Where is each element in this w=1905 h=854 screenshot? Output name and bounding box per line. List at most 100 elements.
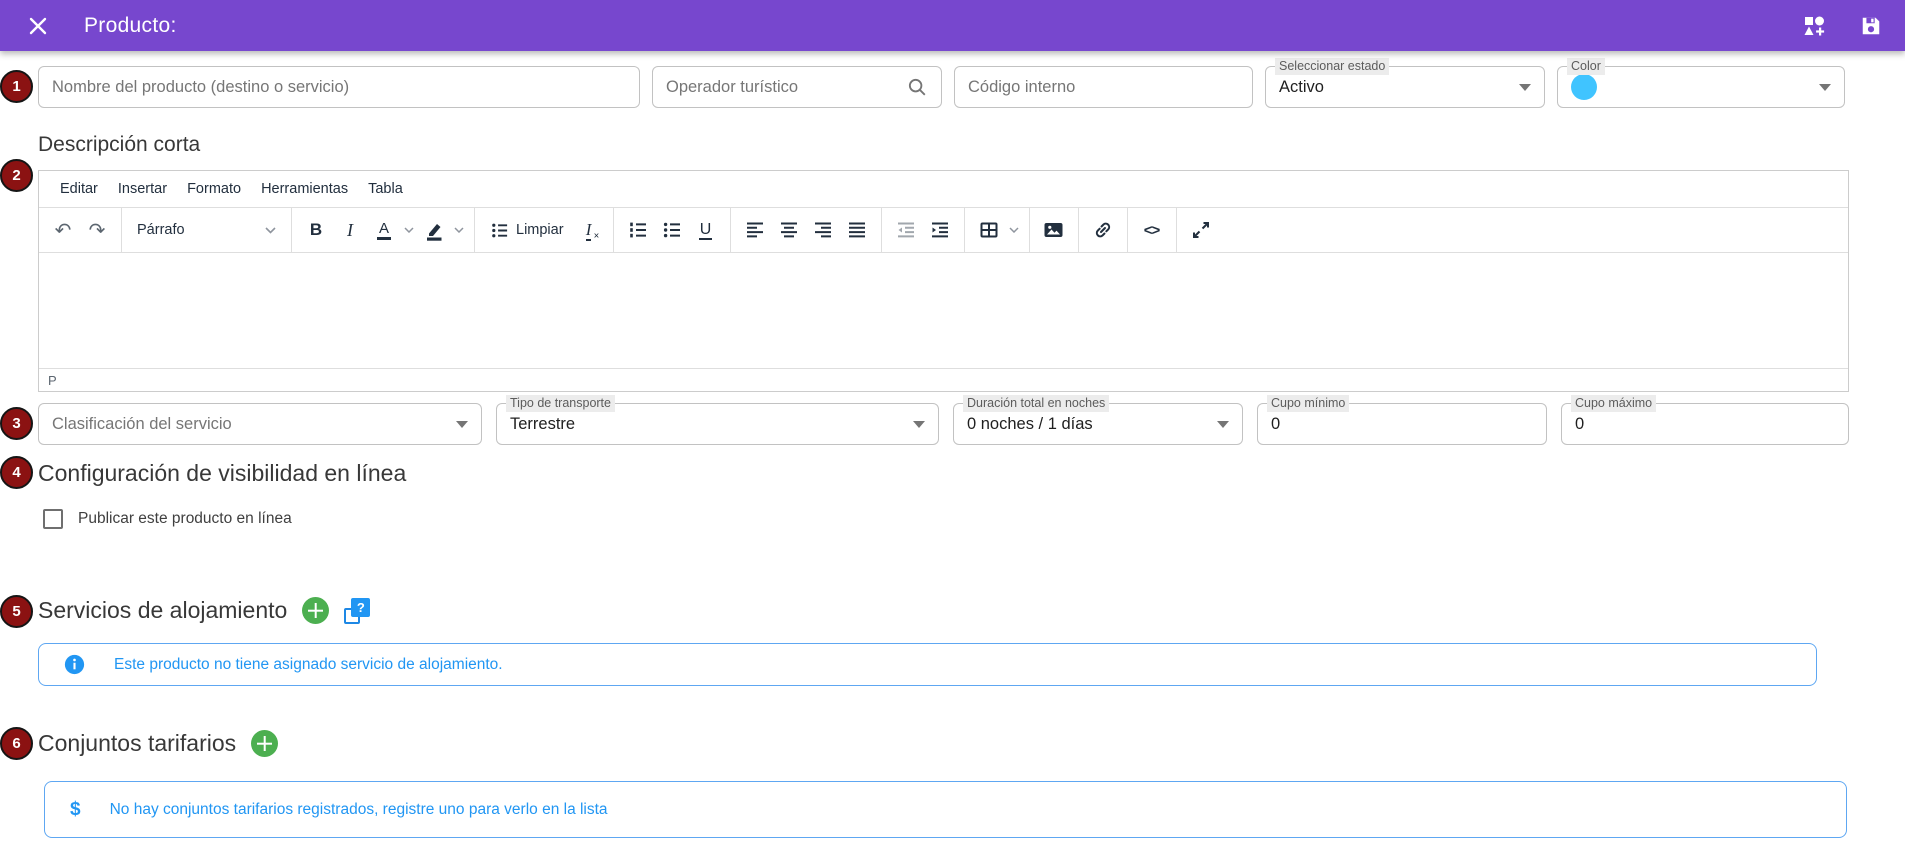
lodging-section-header: Servicios de alojamiento ?: [38, 595, 1849, 626]
service-classification-select[interactable]: Clasificación del servicio: [38, 403, 482, 445]
lodging-heading: Servicios de alojamiento: [38, 595, 287, 626]
outdent-icon: [889, 213, 923, 247]
rate-sets-heading: Conjuntos tarifarios: [38, 728, 236, 759]
add-category-icon[interactable]: [1801, 13, 1827, 39]
page-title: Producto:: [84, 14, 177, 38]
transport-type-label: Tipo de transporte: [506, 395, 615, 412]
chevron-down-icon: [1819, 84, 1831, 91]
element-path: P: [48, 373, 57, 388]
undo-icon[interactable]: ↶: [46, 213, 80, 247]
help-icon[interactable]: ?: [344, 598, 370, 624]
color-select[interactable]: Color: [1557, 66, 1845, 108]
internal-code-input[interactable]: [968, 78, 1239, 97]
link-icon[interactable]: [1086, 213, 1120, 247]
italic-icon[interactable]: I: [333, 213, 367, 247]
redo-icon[interactable]: ↷: [80, 213, 114, 247]
tour-operator-field[interactable]: [652, 66, 942, 108]
align-right-icon[interactable]: [806, 213, 840, 247]
online-visibility-heading: Configuración de visibilidad en línea: [38, 458, 1849, 489]
text-color-icon[interactable]: A: [367, 213, 401, 247]
chevron-down-icon: [265, 227, 276, 234]
bullet-list-icon[interactable]: [655, 213, 689, 247]
appbar-actions: [1801, 13, 1884, 39]
chevron-down-icon: [913, 421, 925, 428]
fullscreen-icon[interactable]: [1184, 213, 1218, 247]
list-icon: [490, 221, 509, 240]
duration-select[interactable]: Duración total en noches 0 noches / 1 dí…: [953, 403, 1243, 445]
max-quota-value: 0: [1575, 415, 1584, 434]
row-basic-info: Seleccionar estado Activo Color: [38, 66, 1849, 108]
editor-statusbar: P: [39, 368, 1848, 391]
max-quota-field[interactable]: Cupo máximo 0: [1561, 403, 1849, 445]
form-content: Seleccionar estado Activo Color Descripc…: [0, 51, 1905, 838]
ordered-list-icon[interactable]: [621, 213, 655, 247]
save-icon[interactable]: [1858, 13, 1884, 39]
editor-content-area[interactable]: [39, 253, 1848, 368]
clean-button[interactable]: Limpiar: [482, 213, 572, 247]
editor-toolbar: ↶ ↷ Párrafo B I A: [39, 208, 1848, 253]
max-quota-label: Cupo máximo: [1571, 395, 1656, 412]
lodging-empty-alert: Este producto no tiene asignado servicio…: [38, 643, 1817, 686]
product-name-input[interactable]: [52, 78, 626, 97]
publish-online-checkbox[interactable]: [43, 509, 63, 529]
min-quota-label: Cupo mínimo: [1267, 395, 1349, 412]
status-select-value: Activo: [1279, 78, 1324, 97]
color-select-label: Color: [1567, 58, 1605, 75]
row-service-config: Clasificación del servicio Tipo de trans…: [38, 403, 1849, 445]
lodging-empty-message: Este producto no tiene asignado servicio…: [114, 656, 503, 674]
highlight-color-menu-chevron-icon[interactable]: [451, 213, 467, 247]
image-icon[interactable]: [1037, 213, 1071, 247]
text-color-menu-chevron-icon[interactable]: [401, 213, 417, 247]
duration-label: Duración total en noches: [963, 395, 1109, 412]
chevron-down-icon: [1519, 84, 1531, 91]
indent-icon[interactable]: [923, 213, 957, 247]
menu-tools[interactable]: Herramientas: [251, 171, 358, 207]
bold-icon[interactable]: B: [299, 213, 333, 247]
clean-button-label: Limpiar: [516, 222, 564, 238]
status-select[interactable]: Seleccionar estado Activo: [1265, 66, 1545, 108]
rate-sets-empty-alert: $ No hay conjuntos tarifarios registrado…: [44, 781, 1847, 838]
chevron-down-icon: [1217, 421, 1229, 428]
duration-value: 0 noches / 1 días: [967, 415, 1093, 434]
format-select[interactable]: Párrafo: [129, 213, 284, 247]
menu-format[interactable]: Formato: [177, 171, 251, 207]
money-icon: $: [70, 799, 81, 821]
tour-operator-input[interactable]: [666, 78, 906, 97]
product-name-field[interactable]: [38, 66, 640, 108]
annotation-marker-6: 6: [0, 727, 33, 760]
publish-online-row: Publicar este producto en línea: [43, 509, 1849, 529]
short-description-heading: Descripción corta: [38, 132, 1849, 158]
table-menu-chevron-icon[interactable]: [1006, 213, 1022, 247]
transport-type-select[interactable]: Tipo de transporte Terrestre: [496, 403, 939, 445]
align-center-icon[interactable]: [772, 213, 806, 247]
appbar: Producto:: [0, 0, 1905, 51]
close-icon[interactable]: [24, 12, 52, 40]
search-icon: [906, 76, 928, 98]
align-left-icon[interactable]: [738, 213, 772, 247]
internal-code-field[interactable]: [954, 66, 1253, 108]
min-quota-field[interactable]: Cupo mínimo 0: [1257, 403, 1547, 445]
menu-insert[interactable]: Insertar: [108, 171, 177, 207]
chevron-down-icon: [456, 421, 468, 428]
menu-table[interactable]: Tabla: [358, 171, 413, 207]
clear-formatting-icon[interactable]: I×: [572, 213, 606, 247]
annotation-marker-1: 1: [0, 70, 33, 103]
source-code-icon[interactable]: <>: [1135, 213, 1169, 247]
rich-text-editor: Editar Insertar Formato Herramientas Tab…: [38, 170, 1849, 392]
info-icon: [64, 654, 85, 675]
table-icon[interactable]: [972, 213, 1006, 247]
rate-sets-section-header: Conjuntos tarifarios: [38, 728, 1849, 759]
align-justify-icon[interactable]: [840, 213, 874, 247]
underline-icon[interactable]: U: [689, 213, 723, 247]
add-lodging-icon[interactable]: [302, 597, 329, 624]
annotation-marker-4: 4: [0, 456, 33, 489]
annotation-marker-3: 3: [0, 407, 33, 440]
service-classification-placeholder: Clasificación del servicio: [52, 415, 232, 434]
publish-online-label[interactable]: Publicar este producto en línea: [78, 510, 292, 528]
product-form-page: Producto:: [0, 0, 1905, 854]
highlight-color-icon[interactable]: [417, 213, 451, 247]
menu-edit[interactable]: Editar: [50, 171, 108, 207]
editor-menubar: Editar Insertar Formato Herramientas Tab…: [39, 171, 1848, 208]
add-rate-set-icon[interactable]: [251, 730, 278, 757]
min-quota-value: 0: [1271, 415, 1280, 434]
